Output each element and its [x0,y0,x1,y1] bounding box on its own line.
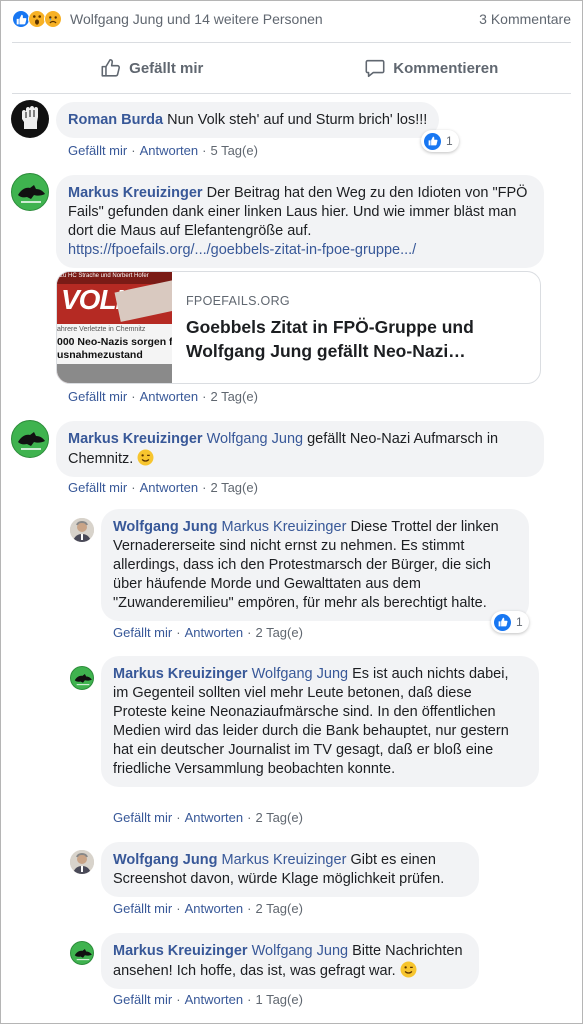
reply-mention[interactable]: Markus Kreuizinger [221,852,346,868]
avatar-wolfgang-jung[interactable] [70,850,94,874]
reply-link[interactable]: Antworten [185,901,244,916]
timestamp[interactable]: 2 Tag(e) [255,901,302,916]
timestamp[interactable]: 2 Tag(e) [255,810,302,825]
reactions-summary: Wolfgang Jung und 14 weitere Personen 3 … [12,6,571,32]
timestamp[interactable]: 1 Tag(e) [255,992,302,1007]
comment-mention[interactable]: Wolfgang Jung [207,431,303,447]
person-photo-icon [70,518,94,542]
reply-author[interactable]: Wolfgang Jung [113,852,217,868]
reply-bubble: Wolfgang Jung Markus Kreuizinger Diese T… [101,509,529,621]
speech-bubble-icon [365,59,385,78]
reply-link[interactable]: Antworten [140,143,199,158]
avatar-markus-kreuizinger[interactable] [70,941,94,965]
timestamp[interactable]: 5 Tag(e) [210,143,257,158]
like-link[interactable]: Gefällt mir [113,901,172,916]
avatar-roman-burda[interactable] [11,100,49,138]
reaction-names[interactable]: Wolfgang Jung und 14 weitere Personen [70,11,323,27]
wink-emoji-icon [400,961,417,978]
like-button[interactable]: Gefällt mir [12,43,292,93]
reply-reaction-badge[interactable]: 1 [491,611,529,633]
comment-bubble: Roman Burda Nun Volk steh' auf und Sturm… [56,102,440,138]
comment-button[interactable]: Kommentieren [292,43,572,93]
reply-link[interactable]: Antworten [185,625,244,640]
reply-bubble: Markus Kreuizinger Wolfgang Jung Bitte N… [101,933,479,989]
raised-fist-icon [22,106,38,129]
reply-meta: Gefällt mir · Antworten · 1 Tag(e) [113,992,303,1007]
comment-author[interactable]: Roman Burda [68,112,163,128]
person-photo-icon [70,850,94,874]
link-preview-image: zu HC Strache und Norbert Hofer VOLK ahr… [57,272,172,383]
reply-link[interactable]: Antworten [185,992,244,1007]
comment-meta: Gefällt mir · Antworten · 2 Tag(e) [68,389,258,404]
like-link[interactable]: Gefällt mir [68,143,127,158]
reply-mention[interactable]: Wolfgang Jung [252,943,348,959]
reply-author[interactable]: Markus Kreuizinger [113,666,248,682]
reply-link[interactable]: Antworten [140,389,199,404]
comment-link[interactable]: https://fpoefails.org/.../goebbels-zitat… [68,242,416,258]
like-icon [424,132,441,150]
timestamp[interactable]: 2 Tag(e) [210,480,257,495]
reply-meta: Gefällt mir · Antworten · 2 Tag(e) [113,625,303,640]
avatar-markus-kreuizinger[interactable] [70,666,94,690]
like-link[interactable]: Gefällt mir [113,625,172,640]
avatar-wolfgang-jung[interactable] [70,518,94,542]
like-link[interactable]: Gefällt mir [113,992,172,1007]
reaction-count: 1 [516,615,523,629]
thumbs-up-icon [101,58,121,77]
like-button-label: Gefällt mir [129,59,204,77]
like-link[interactable]: Gefällt mir [68,389,127,404]
avatar-markus-kreuizinger[interactable] [11,420,49,458]
reply-link[interactable]: Antworten [140,480,199,495]
reply-bubble: Wolfgang Jung Markus Kreuizinger Gibt es… [101,842,479,897]
reply-author[interactable]: Markus Kreuizinger [113,943,248,959]
link-preview-domain: FPOEFAILS.ORG [186,294,290,308]
comment-bubble: Markus Kreuizinger Der Beitrag hat den W… [56,175,544,268]
comment-author[interactable]: Markus Kreuizinger [68,431,203,447]
reply-link[interactable]: Antworten [185,810,244,825]
comment-author[interactable]: Markus Kreuizinger [68,185,203,201]
reply-meta: Gefällt mir · Antworten · 2 Tag(e) [113,810,303,825]
reply-text: Es ist auch nichts dabei, im Gegenteil s… [113,666,509,777]
timestamp[interactable]: 2 Tag(e) [210,389,257,404]
comment-meta: Gefällt mir · Antworten · 5 Tag(e) [68,143,258,158]
reaction-icons[interactable] [12,10,62,28]
wink-emoji-icon [137,449,154,466]
reply-bubble: Markus Kreuizinger Wolfgang Jung Es ist … [101,656,539,787]
link-preview-card[interactable]: zu HC Strache und Norbert Hofer VOLK ahr… [56,271,541,384]
like-link[interactable]: Gefällt mir [68,480,127,495]
reply-mention[interactable]: Wolfgang Jung [252,666,348,682]
action-bar: Gefällt mir Kommentieren [12,42,571,94]
comment-button-label: Kommentieren [393,59,499,77]
like-link[interactable]: Gefällt mir [113,810,172,825]
comment-reaction-badge[interactable]: 1 [421,130,459,152]
link-preview-title[interactable]: Goebbels Zitat in FPÖ-Gruppe und Wolfgan… [186,315,531,363]
comment-meta: Gefällt mir · Antworten · 2 Tag(e) [68,480,258,495]
like-icon [494,613,511,631]
comment-count[interactable]: 3 Kommentare [479,11,571,27]
avatar-markus-kreuizinger[interactable] [11,173,49,211]
sad-icon [44,10,62,28]
reaction-count: 1 [446,134,453,148]
timestamp[interactable]: 2 Tag(e) [255,625,302,640]
comment-bubble: Markus Kreuizinger Wolfgang Jung gefällt… [56,421,544,477]
comment-text: Nun Volk steh' auf und Sturm brich' los!… [167,112,428,128]
reply-meta: Gefällt mir · Antworten · 2 Tag(e) [113,901,303,916]
reply-mention[interactable]: Markus Kreuizinger [221,519,346,535]
reply-author[interactable]: Wolfgang Jung [113,519,217,535]
